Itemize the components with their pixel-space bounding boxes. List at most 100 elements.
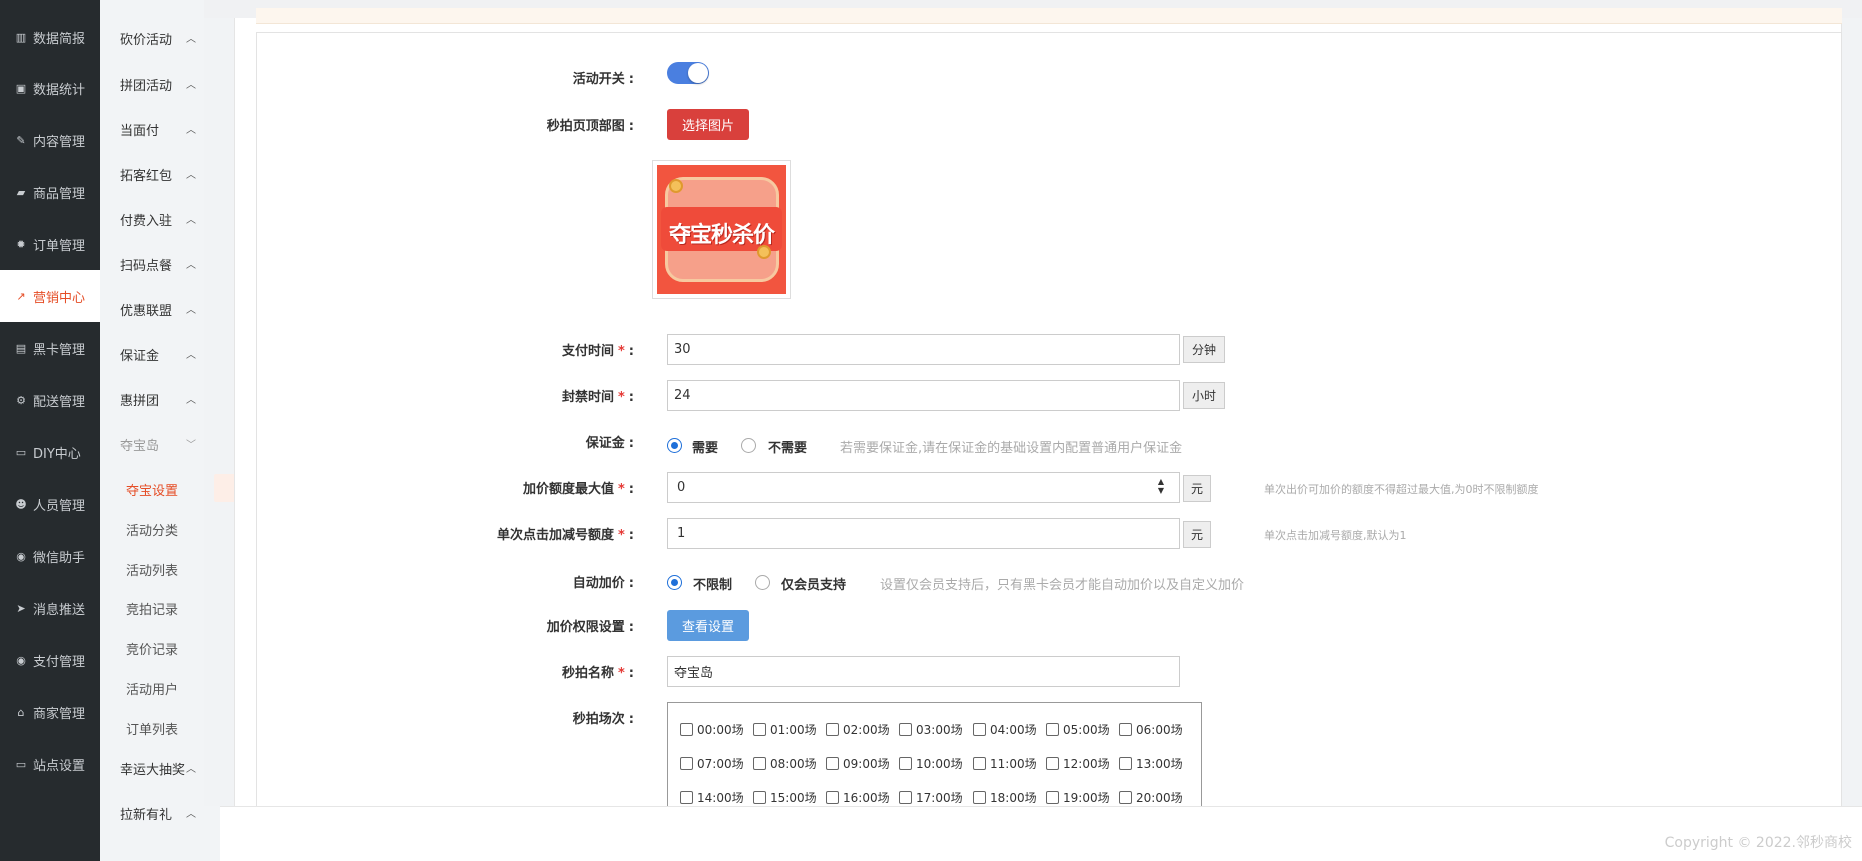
secondary-subitem[interactable]: 竞价记录	[100, 633, 204, 663]
deposit-yes-radio[interactable]	[667, 438, 682, 453]
checkbox-icon	[826, 791, 839, 804]
choose-image-button[interactable]: 选择图片	[667, 109, 749, 140]
secondary-nav-item[interactable]: 拓客红包 ︿	[100, 156, 204, 192]
secondary-nav-label: 当面付	[120, 123, 160, 139]
max-bid-input[interactable]: 0	[667, 472, 1180, 503]
auto-unlimited-radio[interactable]	[667, 575, 682, 590]
slot-checkbox[interactable]: 01:00场	[753, 721, 817, 738]
switch-label: 活动开关:	[572, 72, 634, 87]
id-card-icon: ▤	[15, 341, 27, 355]
nav-item[interactable]: ▣ 数据统计	[0, 62, 100, 114]
checkbox-icon	[1119, 757, 1132, 770]
activity-switch[interactable]	[667, 62, 709, 84]
step-input[interactable]: 1	[667, 518, 1180, 549]
nav-item[interactable]: ⌂ 商家管理	[0, 686, 100, 738]
secondary-nav-item[interactable]: 付费入驻 ︿	[100, 201, 204, 237]
secondary-nav-item[interactable]: 拼团活动 ︿	[100, 66, 204, 102]
slot-checkbox[interactable]: 20:00场	[1119, 789, 1183, 806]
primary-sidebar: ▥ 数据简报 ▣ 数据统计 ✎ 内容管理 ▰ 商品管理 ✹ 订单管理 ↗ 营销中心 ▤ 黑卡管理 ⚙ 配送管理…	[0, 0, 100, 861]
slot-label: 06:00场	[1136, 723, 1183, 737]
slot-label: 19:00场	[1063, 791, 1110, 805]
pay-time-input[interactable]: 30	[667, 334, 1180, 365]
secondary-nav-label: 夺宝岛	[120, 438, 160, 454]
secondary-nav-item[interactable]: 砍价活动 ︿	[100, 20, 204, 56]
banner-label: 秒拍页顶部图:	[546, 119, 634, 134]
secondary-nav-item[interactable]: 拉新有礼 ︿	[100, 795, 204, 831]
slot-checkbox[interactable]: 12:00场	[1046, 755, 1110, 772]
slot-label: 04:00场	[990, 723, 1037, 737]
nav-item[interactable]: ◉ 微信助手	[0, 530, 100, 582]
view-settings-button[interactable]: 查看设置	[667, 610, 749, 641]
slot-checkbox[interactable]: 07:00场	[680, 755, 744, 772]
secondary-nav-item[interactable]: 惠拼团 ︿	[100, 381, 204, 417]
secondary-nav-item[interactable]: 扫码点餐 ︿	[100, 246, 204, 282]
nav-item[interactable]: ✹ 订单管理	[0, 218, 100, 270]
ban-time-input[interactable]: 24	[667, 380, 1180, 411]
slot-checkbox[interactable]: 08:00场	[753, 755, 817, 772]
nav-item[interactable]: ☻ 人员管理	[0, 478, 100, 530]
secondary-subitem[interactable]: 夺宝设置	[100, 474, 204, 504]
slot-checkbox[interactable]: 06:00场	[1119, 721, 1183, 738]
coin-icon	[669, 179, 683, 193]
nav-item[interactable]: ✎ 内容管理	[0, 114, 100, 166]
secondary-nav-item[interactable]: 夺宝岛 ﹀	[100, 426, 204, 462]
banner-text: 夺宝秒杀价	[668, 223, 775, 248]
nav-item[interactable]: ▭ 站点设置	[0, 738, 100, 790]
checkbox-icon	[826, 757, 839, 770]
number-spinner-icon[interactable]: ▲ ▼	[1155, 477, 1167, 497]
slot-checkbox[interactable]: 16:00场	[826, 789, 890, 806]
nav-item-label: DIY中心	[33, 446, 81, 462]
slot-checkbox[interactable]: 02:00场	[826, 721, 890, 738]
auto-member-radio[interactable]	[755, 575, 770, 590]
nav-item[interactable]: ➤ 消息推送	[0, 582, 100, 634]
slot-checkbox[interactable]: 11:00场	[973, 755, 1037, 772]
checkbox-icon	[1119, 791, 1132, 804]
slot-label: 16:00场	[843, 791, 890, 805]
secondary-subitem[interactable]: 订单列表	[100, 713, 204, 743]
slot-checkbox[interactable]: 05:00场	[1046, 721, 1110, 738]
slot-checkbox[interactable]: 17:00场	[899, 789, 963, 806]
slot-checkbox[interactable]: 03:00场	[899, 721, 963, 738]
slots-label: 秒拍场次:	[572, 712, 634, 727]
nav-item[interactable]: ▤ 黑卡管理	[0, 322, 100, 374]
nav-item[interactable]: ↗ 营销中心	[0, 270, 100, 322]
secondary-nav-item[interactable]: 优惠联盟 ︿	[100, 291, 204, 327]
checkbox-icon	[753, 723, 766, 736]
nav-item[interactable]: ◉ 支付管理	[0, 634, 100, 686]
slot-label: 02:00场	[843, 723, 890, 737]
nav-item[interactable]: ▥ 数据简报	[0, 11, 100, 63]
slot-checkbox[interactable]: 09:00场	[826, 755, 890, 772]
step-unit: 元	[1183, 521, 1211, 548]
deposit-no-radio[interactable]	[741, 438, 756, 453]
checkbox-icon	[1046, 757, 1059, 770]
chevron-up-icon: ︿	[186, 125, 196, 136]
nav-item[interactable]: ▰ 商品管理	[0, 166, 100, 218]
secondary-subitem[interactable]: 活动分类	[100, 514, 204, 544]
secondary-nav-item[interactable]: 幸运大抽奖 ︿	[100, 750, 204, 786]
banner-thumbnail[interactable]: 夺宝秒杀价	[652, 160, 791, 299]
slot-checkbox[interactable]: 15:00场	[753, 789, 817, 806]
nav-item[interactable]: ▭ DIY中心	[0, 426, 100, 478]
secondary-subitem[interactable]: 活动列表	[100, 554, 204, 584]
slot-checkbox[interactable]: 19:00场	[1046, 789, 1110, 806]
slot-checkbox[interactable]: 00:00场	[680, 721, 744, 738]
secondary-nav-item[interactable]: 保证金 ︿	[100, 336, 204, 372]
secondary-nav-label: 惠拼团	[120, 393, 160, 409]
auto-unlimited-label: 不限制	[693, 578, 733, 593]
slot-label: 12:00场	[1063, 757, 1110, 771]
nav-item-label: 配送管理	[33, 394, 86, 410]
slot-checkbox[interactable]: 18:00场	[973, 789, 1037, 806]
chevron-up-icon: ︿	[186, 215, 196, 226]
slot-checkbox[interactable]: 13:00场	[1119, 755, 1183, 772]
nav-item[interactable]: ⚙ 配送管理	[0, 374, 100, 426]
nav-item-label: 站点设置	[33, 758, 86, 774]
slot-checkbox[interactable]: 14:00场	[680, 789, 744, 806]
slot-checkbox[interactable]: 04:00场	[973, 721, 1037, 738]
checkbox-icon	[899, 757, 912, 770]
secondary-subitem[interactable]: 活动用户	[100, 673, 204, 703]
secondary-subitem[interactable]: 竞拍记录	[100, 593, 204, 623]
secondary-nav-item[interactable]: 当面付 ︿	[100, 111, 204, 147]
slot-checkbox[interactable]: 10:00场	[899, 755, 963, 772]
users-icon: ☻	[15, 497, 27, 511]
name-input[interactable]: 夺宝岛	[667, 656, 1180, 687]
